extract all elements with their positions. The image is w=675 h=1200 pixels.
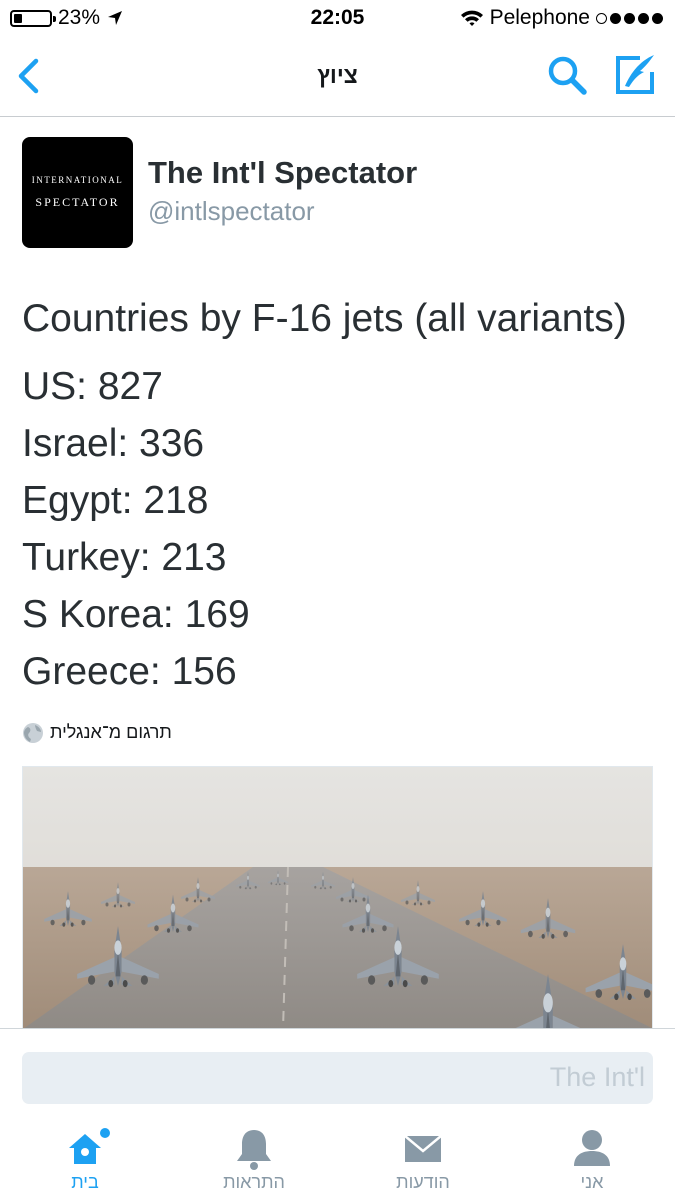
translate-link[interactable]: תרגום מ־אנגלית (22, 720, 192, 748)
person-icon (574, 1130, 610, 1166)
tab-messages[interactable]: הודעות (358, 1120, 488, 1200)
envelope-icon (404, 1135, 442, 1162)
tweet-line: S Korea: 169 (22, 593, 250, 636)
tab-label: אני (580, 1172, 604, 1192)
compose-icon[interactable] (612, 52, 658, 98)
bell-icon (237, 1130, 271, 1170)
tab-notifications[interactable]: התראות (189, 1120, 319, 1200)
wifi-icon (460, 10, 483, 26)
tweet-headline: Countries by F-16 jets (all variants) (22, 297, 627, 340)
nav-bar: ציוץ (0, 38, 675, 117)
globe-icon (23, 723, 43, 743)
tweet-text: Countries by F-16 jets (all variants) US… (22, 290, 627, 700)
tab-label: התראות (223, 1172, 285, 1192)
reply-input[interactable]: The Int'l (22, 1052, 653, 1104)
tweet-line: US: 827 (22, 365, 163, 408)
runway-jets-image (23, 767, 652, 1028)
avatar-text-line1: INTERNATIONAL (31, 175, 124, 185)
tweet-line: Israel: 336 (22, 422, 205, 465)
avatar-text-line2: SPECTATOR (35, 195, 120, 209)
tab-home[interactable]: בית (20, 1120, 150, 1200)
tweet-line: Greece: 156 (22, 650, 237, 693)
tweet-photo[interactable] (22, 766, 653, 1028)
home-icon (69, 1128, 110, 1164)
status-bar: 23% 22:05 Pelephone (0, 0, 675, 38)
tab-me[interactable]: אני (527, 1120, 657, 1200)
signal-strength-icon (596, 12, 663, 24)
avatar[interactable]: INTERNATIONAL SPECTATOR (22, 137, 133, 248)
tab-label: הודעות (396, 1172, 450, 1192)
tweet-line: Turkey: 213 (22, 536, 227, 579)
author-handle[interactable]: @intlspectator (148, 196, 315, 227)
search-icon[interactable] (546, 54, 588, 96)
tab-label: בית (71, 1172, 99, 1192)
reply-placeholder: The Int'l (549, 1062, 645, 1092)
reply-bar: The Int'l (0, 1028, 675, 1121)
tab-bar: בית התראות הודעות אני (0, 1120, 675, 1200)
author-name[interactable]: The Int'l Spectator (148, 155, 417, 191)
translate-label: תרגום מ־אנגלית (50, 722, 172, 742)
carrier-name: Pelephone (489, 6, 590, 29)
tweet-line: Egypt: 218 (22, 479, 209, 522)
